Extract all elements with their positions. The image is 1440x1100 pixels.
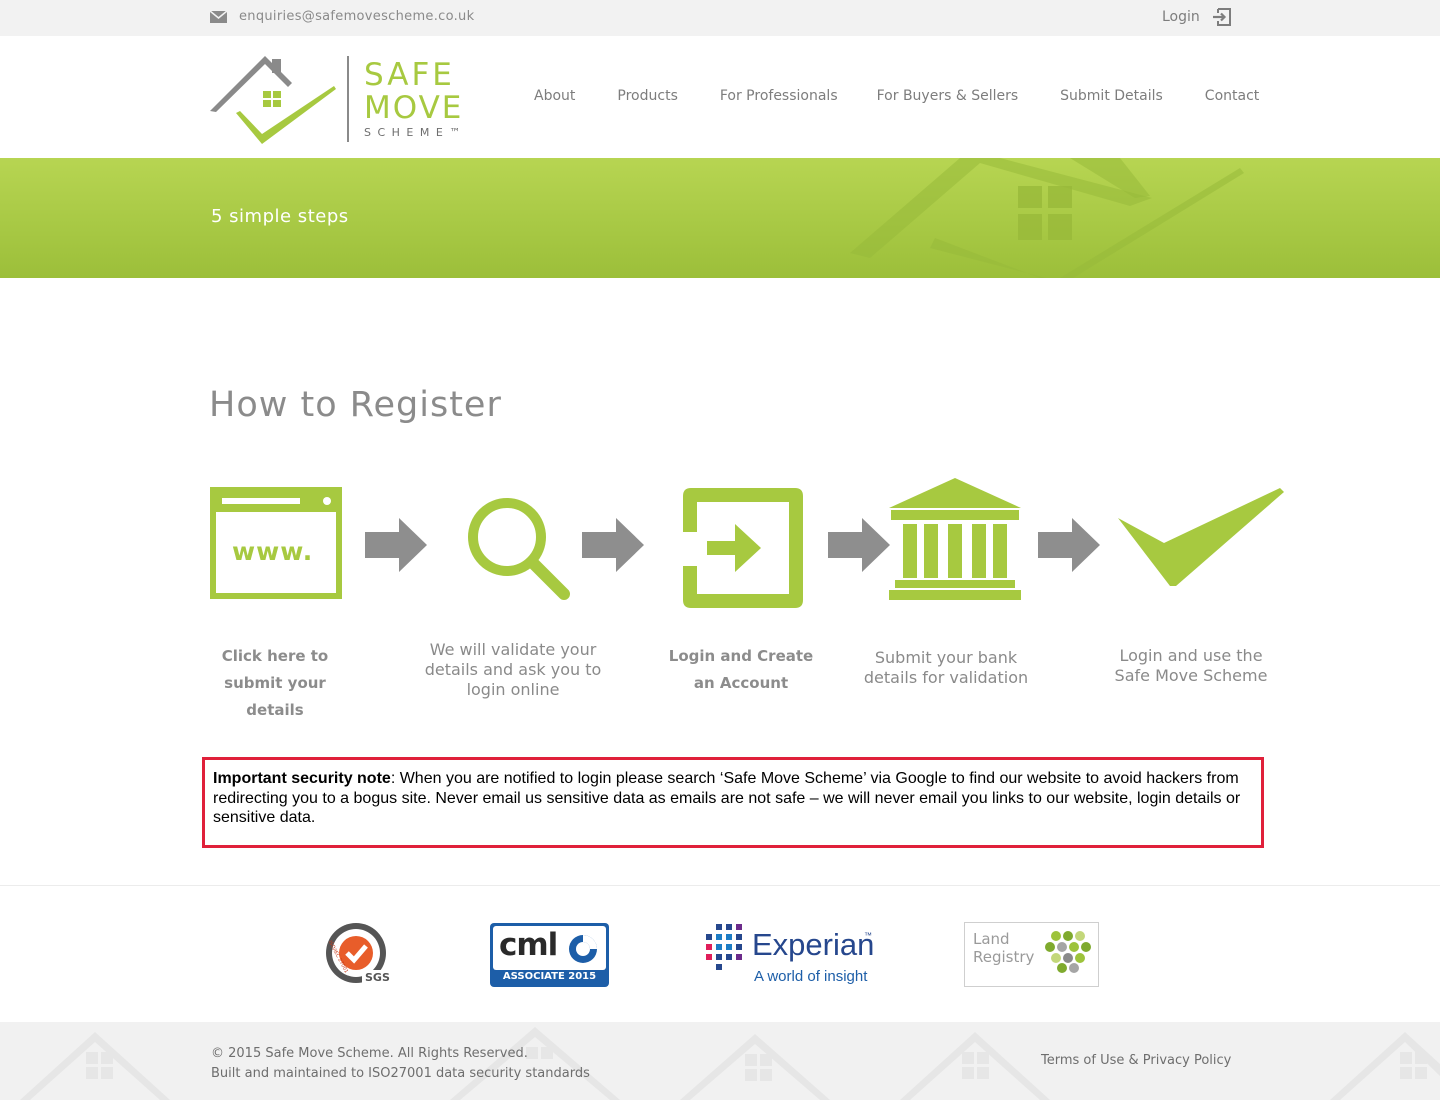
top-bar: enquiries@safemovescheme.co.uk Login	[0, 0, 1440, 36]
step-3-label-line2: an Account	[693, 674, 789, 692]
sgs-iso-logo: ISO/IEC 27001 SGS	[322, 920, 392, 988]
nav-for-buyers-sellers[interactable]: For Buyers & Sellers	[877, 88, 1019, 104]
house-check-logo-icon	[210, 56, 336, 144]
logo-wordmark: SAFE MOVE SCHEME™	[364, 57, 467, 139]
land-registry-hex-icon	[1045, 931, 1091, 973]
step-5-label-line1: Login and use the	[1119, 646, 1263, 665]
nav-products[interactable]: Products	[617, 88, 677, 104]
cml-subtext: ASSOCIATE 2015	[502, 971, 597, 982]
nav-submit-details[interactable]: Submit Details	[1060, 88, 1163, 104]
step-1-www-browser-icon[interactable]: www.	[210, 487, 342, 603]
step-3-label: Login and Create an Account	[660, 643, 822, 697]
standards-text: Built and maintained to ISO27001 data se…	[211, 1066, 590, 1081]
email-text[interactable]: enquiries@safemovescheme.co.uk	[239, 9, 474, 24]
step-1-label-link[interactable]: Click here to submit your details	[195, 643, 355, 724]
step-3-login-arrow-icon	[683, 488, 803, 608]
logo-divider	[347, 56, 349, 142]
page-banner: 5 simple steps	[0, 158, 1440, 278]
step-4-bank-icon	[889, 478, 1021, 600]
house-watermark-icon	[850, 158, 1244, 278]
land-registry-line2: Registry	[973, 948, 1035, 966]
login-icon	[1212, 8, 1231, 26]
footer-links: Terms of Use & Privacy Policy	[1041, 1053, 1231, 1068]
www-text: www.	[232, 537, 314, 566]
cml-globe-icon	[569, 935, 597, 963]
nav-about[interactable]: About	[534, 88, 575, 104]
contact-email[interactable]: enquiries@safemovescheme.co.uk	[210, 9, 474, 24]
step-3-label-line1: Login and Create	[668, 647, 814, 665]
step-2-label-line3: login online	[466, 680, 560, 699]
cml-associate-logo: cml ASSOCIATE 2015	[490, 923, 609, 987]
land-registry-logo: Land Registry	[964, 922, 1099, 987]
page-title: How to Register	[209, 385, 502, 425]
terms-link[interactable]: Terms of Use	[1041, 1053, 1124, 1068]
step-4-label: Submit your bank details for validation	[862, 648, 1030, 688]
site-logo[interactable]: SAFE MOVE SCHEME™	[210, 56, 462, 146]
site-header: SAFE MOVE SCHEME™ About Products For Pro…	[0, 36, 1440, 158]
security-note: Important security note: When you are no…	[202, 757, 1264, 848]
experian-logo: Experian ™ A world of insight	[702, 922, 874, 988]
logo-line-safe: SAFE	[364, 57, 455, 93]
arrow-right-icon	[365, 518, 427, 572]
experian-text: Experian	[752, 927, 875, 962]
copyright-text: © 2015 Safe Move Scheme. All Rights Rese…	[211, 1046, 528, 1061]
land-registry-line1: Land	[973, 930, 1010, 948]
step-1-label-line2[interactable]: submit your details	[224, 674, 326, 719]
experian-tagline: A world of insight	[754, 968, 868, 985]
arrow-right-icon	[1038, 518, 1100, 572]
step-1-label-line1[interactable]: Click here to	[222, 647, 329, 665]
step-2-label-line1: We will validate your	[429, 640, 597, 659]
logo-line-scheme: SCHEME™	[364, 126, 467, 139]
arrow-right-icon	[828, 518, 890, 572]
footer-copyright: © 2015 Safe Move Scheme. All Rights Rese…	[211, 1044, 590, 1084]
login-link[interactable]: Login	[1162, 7, 1232, 27]
step-5-checkmark-icon	[1118, 488, 1284, 586]
envelope-icon	[210, 10, 227, 23]
step-4-label-line2: details for validation	[863, 668, 1029, 687]
step-2-label: We will validate your details and ask yo…	[420, 640, 606, 700]
site-footer: © 2015 Safe Move Scheme. All Rights Rese…	[0, 1022, 1440, 1100]
partners-divider	[0, 885, 1440, 886]
login-label[interactable]: Login	[1162, 9, 1200, 25]
nav-for-professionals[interactable]: For Professionals	[720, 88, 838, 104]
sgs-text: SGS	[365, 971, 390, 984]
main-nav: About Products For Professionals For Buy…	[534, 88, 1259, 104]
privacy-link[interactable]: Privacy Policy	[1143, 1053, 1232, 1068]
step-2-label-line2: details and ask you to	[424, 660, 602, 679]
experian-tm: ™	[864, 931, 872, 940]
logo-line-move: MOVE	[364, 90, 464, 126]
step-4-label-line1: Submit your bank	[874, 648, 1018, 667]
step-5-label-line2: Safe Move Scheme	[1114, 666, 1268, 685]
footer-links-separator: &	[1124, 1053, 1143, 1068]
nav-contact[interactable]: Contact	[1205, 88, 1259, 104]
cml-text: cml	[499, 927, 558, 963]
experian-dots-icon	[706, 924, 742, 970]
step-2-magnifier-icon	[468, 498, 570, 600]
banner-title: 5 simple steps	[211, 206, 349, 227]
security-note-heading: Important security note	[213, 770, 391, 787]
step-5-label: Login and use the Safe Move Scheme	[1106, 646, 1276, 686]
arrow-right-icon	[582, 518, 644, 572]
